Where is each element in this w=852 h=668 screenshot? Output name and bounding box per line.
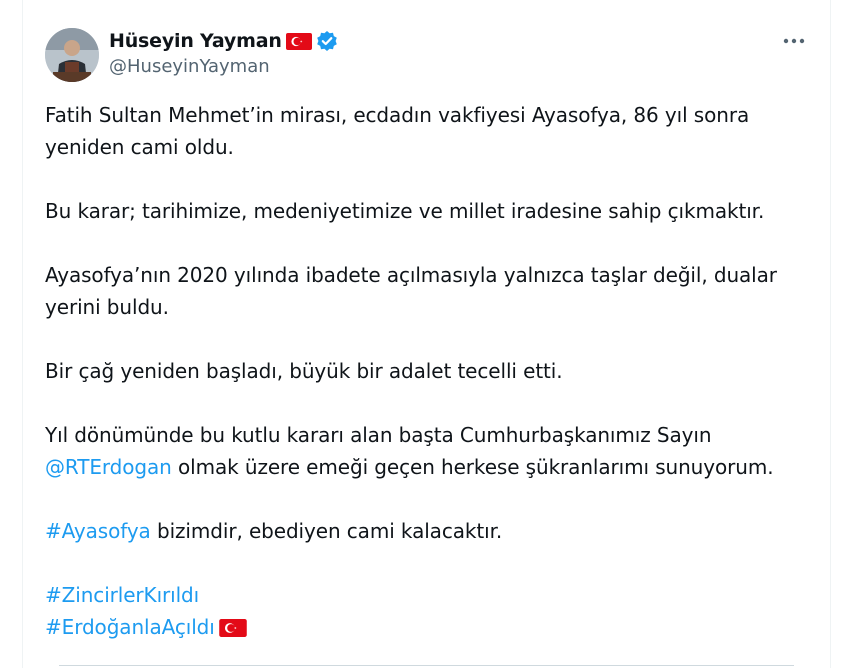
tweet-paragraph: Bir çağ yeniden başladı, büyük bir adale… — [45, 359, 563, 383]
tweet-paragraph: Ayasofya’nın 2020 yılında ibadete açılma… — [45, 263, 777, 319]
author-display-name[interactable]: Hüseyin Yayman — [109, 30, 282, 52]
tweet-paragraph: Yıl dönümünde bu kutlu kararı alan başta… — [45, 419, 815, 483]
turkey-flag-icon — [285, 32, 312, 50]
paragraph-text: olmak üzere emeği geçen herkese şükranla… — [171, 455, 774, 479]
paragraph-text: bizimdir, ebediyen cami kalacaktır. — [150, 519, 503, 543]
mention-link[interactable]: @RTErdogan — [45, 455, 172, 479]
author-name-row: Hüseyin Yayman — [109, 28, 338, 54]
more-horizontal-icon — [783, 38, 805, 44]
tweet-paragraph: #ZincirlerKırıldı — [45, 579, 815, 611]
paragraph-text: Yıl dönümünde bu kutlu kararı alan başta… — [45, 423, 712, 447]
avatar-image — [45, 28, 99, 82]
tweet-text: Fatih Sultan Mehmet’in mirası, ecdadın v… — [45, 99, 815, 643]
more-options-button[interactable] — [780, 30, 808, 52]
divider — [59, 665, 794, 666]
author-avatar[interactable] — [45, 28, 99, 82]
tweet-card: Hüseyin Yayman @HuseyinYayman Fatih Sult… — [22, 0, 831, 668]
tweet-paragraph: Bu karar; tarihimize, medeniyetimize ve … — [45, 199, 765, 223]
verified-badge-icon[interactable] — [316, 30, 338, 52]
hashtag-link[interactable]: #ZincirlerKırıldı — [45, 583, 199, 607]
tweet-paragraph: Fatih Sultan Mehmet’in mirası, ecdadın v… — [45, 103, 750, 159]
turkey-flag-icon — [218, 614, 247, 637]
tweet-paragraph: #ErdoğanlaAçıldı — [45, 611, 815, 643]
tweet-paragraph: #Ayasofya bizimdir, ebediyen cami kalaca… — [45, 515, 815, 547]
author-handle[interactable]: @HuseyinYayman — [109, 56, 270, 77]
hashtag-link[interactable]: #ErdoğanlaAçıldı — [45, 615, 215, 639]
hashtag-link[interactable]: #Ayasofya — [45, 519, 151, 543]
